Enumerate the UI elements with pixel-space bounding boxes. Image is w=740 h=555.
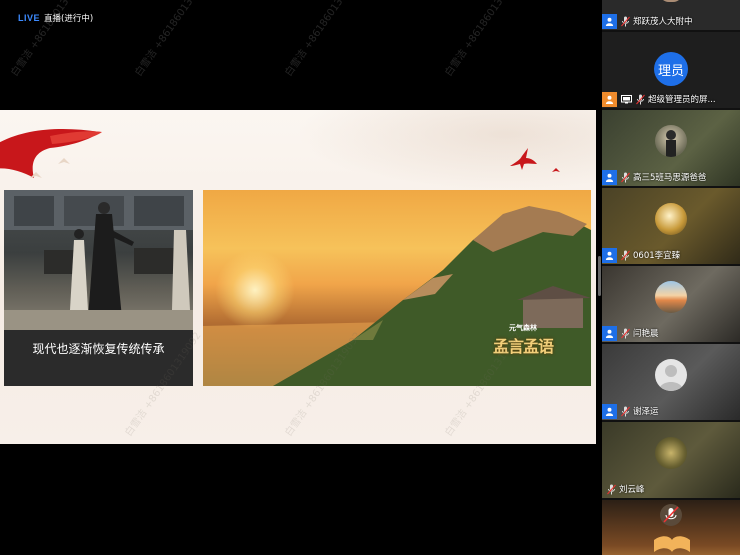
participant-tile[interactable]	[602, 500, 740, 555]
participant-name: 0601李宜臻	[633, 251, 681, 261]
logo-sponsor: 元气森林	[509, 324, 537, 332]
show-logo: 元气森林 孟言孟语	[487, 323, 559, 357]
avatar	[655, 281, 687, 313]
participant-tile[interactable]: 刘云峰	[602, 422, 740, 498]
avatar	[655, 125, 687, 157]
watermark: 白雪洁 +8618601319092	[133, 0, 214, 79]
participant-name: 郑跃茂人大附中	[633, 17, 693, 27]
mic-muted-icon	[620, 405, 630, 417]
logo-title: 孟言孟语	[492, 337, 554, 356]
ritual-scene-image	[4, 190, 193, 330]
participant-tile[interactable]: 高三5班马思源爸爸	[602, 110, 740, 186]
participant-tile[interactable]: 理员 超级管理员的屏...	[602, 32, 740, 108]
shared-screen-slide: 现代也逐渐恢复传统传承 元气森林 孟言孟语 白雪洁 +8618601319092…	[0, 110, 596, 444]
participant-name: 谢泽运	[633, 407, 659, 417]
avatar	[655, 437, 687, 469]
user-icon	[602, 91, 617, 107]
screen-share-icon	[620, 94, 632, 104]
mic-muted-icon	[635, 93, 645, 105]
participant-name: 刘云峰	[619, 485, 645, 495]
red-bird-small-decoration	[552, 168, 560, 172]
bird-decoration	[30, 172, 42, 178]
participant-tile[interactable]: 谢泽运	[602, 344, 740, 420]
watermark: 白雪洁 +8618601319092	[443, 0, 524, 79]
avatar	[655, 203, 687, 235]
participant-sidebar: 郑跃茂人大附中 理员 超级管理员的屏... 高三5班马思源爸爸 0601李宜臻 …	[602, 0, 740, 555]
default-avatar-icon	[655, 359, 687, 391]
mic-muted-icon	[660, 504, 682, 526]
bird-decoration	[58, 158, 70, 164]
watermark: 白雪洁 +8618601319092	[283, 0, 364, 79]
mic-muted-icon	[620, 15, 630, 27]
mic-muted-icon	[620, 327, 630, 339]
cloud-decoration	[296, 110, 596, 190]
participant-tile[interactable]: 0601李宜臻	[602, 188, 740, 264]
red-ribbon-decoration	[0, 129, 102, 178]
slide-caption: 现代也逐渐恢复传统传承	[32, 342, 165, 356]
user-icon	[602, 403, 617, 419]
participant-name: 高三5班马思源爸爸	[633, 173, 707, 183]
live-tag: LIVE	[18, 13, 41, 23]
participant-name: 超级管理员的屏...	[648, 95, 716, 105]
user-icon	[602, 13, 617, 29]
mic-muted-icon	[620, 171, 630, 183]
participant-name: 闫艳晨	[633, 329, 659, 339]
scrollbar-thumb[interactable]	[598, 256, 601, 296]
red-bird-decoration	[510, 148, 537, 170]
mic-muted-icon	[606, 483, 616, 495]
live-status-bar: LIVE 直播(进行中)	[18, 12, 93, 24]
sunset-mountain-image: 元气森林 孟言孟语	[203, 190, 591, 386]
participant-tile[interactable]: 郑跃茂人大附中	[602, 0, 740, 30]
participant-tile[interactable]: 闫艳晨	[602, 266, 740, 342]
avatar: 理员	[654, 52, 688, 86]
user-icon	[602, 247, 617, 263]
book-logo-icon	[654, 536, 690, 552]
user-icon	[602, 325, 617, 341]
live-status-text: 直播(进行中)	[44, 14, 94, 24]
left-image-panel: 现代也逐渐恢复传统传承	[4, 190, 193, 386]
mic-muted-icon	[620, 249, 630, 261]
caption-band	[4, 330, 193, 386]
user-icon	[602, 169, 617, 185]
